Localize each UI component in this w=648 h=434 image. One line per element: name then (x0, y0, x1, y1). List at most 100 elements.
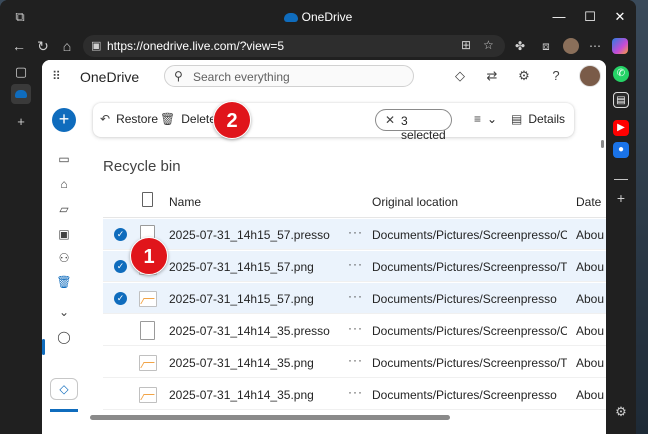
list-view-icon: ≡ (474, 112, 482, 126)
row-more-options-icon[interactable]: ··· (348, 257, 363, 271)
whatsapp-icon[interactable]: ✆ (613, 66, 629, 82)
row-checkmark-icon[interactable]: ✓ (114, 292, 127, 305)
window-title: OneDrive (0, 10, 636, 24)
folder-nav-icon[interactable]: ▱ (56, 201, 72, 217)
row-more-options-icon[interactable]: ··· (348, 385, 363, 399)
row-file-name[interactable]: 2025-07-31_14h15_57.presso (169, 228, 339, 242)
image-file-icon (139, 291, 157, 307)
app-available-icon[interactable]: ⊞ (461, 38, 471, 52)
tab-actions-icon[interactable]: ▢ (11, 62, 31, 82)
premium-diamond-icon[interactable]: ◇ (452, 68, 468, 84)
youtube-music-icon[interactable]: ● (613, 142, 629, 158)
close-button[interactable]: ✕ (608, 8, 632, 26)
address-bar[interactable]: ▣ https://onedrive.live.com/?view=5 ⊞ ☆ (83, 35, 505, 57)
row-file-name[interactable]: 2025-07-31_14h15_57.png (169, 292, 339, 306)
row-more-options-icon[interactable]: ··· (348, 353, 363, 367)
table-row[interactable]: ✓ 2025-07-31_14h15_57.png ··· Documents/Pic… (103, 251, 606, 282)
column-header-name[interactable]: Name (169, 195, 201, 209)
tab-onedrive[interactable] (11, 84, 31, 104)
active-nav-indicator (42, 339, 45, 355)
shared-nav-icon[interactable]: ⚇ (56, 250, 72, 266)
row-file-name[interactable]: 2025-07-31_14h15_57.png (169, 260, 339, 274)
people-nav-icon[interactable]: ◯ (56, 329, 72, 345)
app-brand[interactable]: OneDrive (80, 69, 139, 85)
row-original-location: Documents/Pictures/Screenpresso/Original… (372, 324, 567, 338)
onedrive-cloud-icon (283, 13, 298, 22)
add-sidebar-app-icon[interactable]: + (613, 190, 629, 206)
news-icon[interactable]: ▤ (613, 92, 629, 108)
row-file-name[interactable]: 2025-07-31_14h14_35.presso (169, 324, 339, 338)
create-new-button[interactable]: + (52, 108, 76, 132)
chevron-down-icon[interactable]: ⌄ (56, 304, 72, 320)
address-bar-row: ← ↻ ⌂ ▣ https://onedrive.live.com/?view=… (0, 34, 636, 58)
table-row[interactable]: ✓ 2025-07-31_14h15_57.presso ··· Documents/… (103, 219, 606, 250)
horizontal-scrollbar[interactable] (90, 415, 450, 420)
delete-icon: 🗑 (160, 112, 176, 126)
table-row[interactable]: 2025-07-31_14h14_35.png ··· Documents/Pict… (103, 347, 606, 378)
selected-count: 3 selected (401, 114, 446, 142)
maximize-button[interactable]: ☐ (578, 8, 602, 26)
help-icon[interactable]: ? (548, 68, 564, 84)
title-bar: ⧉ OneDrive — ☐ ✕ (0, 0, 636, 34)
row-original-location: Documents/Pictures/Screenpresso/Thumbn..… (372, 260, 567, 274)
settings-gear-icon[interactable]: ⚙ (516, 68, 532, 84)
row-checkmark-icon[interactable]: ✓ (114, 260, 127, 273)
table-header: Name Original location Date (103, 184, 606, 218)
extensions-icon[interactable]: ✤ (512, 38, 528, 54)
restore-icon: ↶ (100, 112, 111, 126)
row-date-deleted: Abou (576, 388, 605, 402)
row-more-options-icon[interactable]: ··· (348, 225, 363, 239)
profile-avatar[interactable] (563, 38, 579, 54)
copilot-icon[interactable] (612, 38, 628, 54)
home-icon[interactable]: ⌂ (58, 37, 76, 55)
new-tab-icon[interactable]: + (11, 112, 31, 132)
table-row[interactable]: 2025-07-31_14h14_35.png ··· Documents/Pict… (103, 379, 606, 410)
details-button[interactable]: ▤ Details (511, 112, 565, 126)
details-label: Details (528, 112, 566, 126)
table-row[interactable]: ✓ 2025-07-31_14h15_57.png ··· Documents/Pic… (103, 283, 606, 314)
callout-badge-2: 2 (213, 101, 251, 139)
column-header-date[interactable]: Date (576, 195, 601, 209)
view-options-button[interactable]: ≡ ⌄ (474, 112, 497, 126)
row-checkmark-icon[interactable]: ✓ (114, 228, 127, 241)
share-icon[interactable]: ⇄ (484, 68, 500, 84)
collections-icon[interactable]: ⧈ (538, 38, 554, 54)
row-date-deleted: Abou (576, 260, 605, 274)
url-text[interactable]: https://onedrive.live.com/?view=5 (107, 39, 284, 53)
youtube-icon[interactable]: ▶ (613, 120, 629, 136)
user-avatar[interactable] (579, 65, 601, 87)
sidebar-settings-icon[interactable]: ⚙ (613, 404, 629, 420)
home-nav-icon[interactable]: ▭ (56, 151, 72, 167)
table-row[interactable]: 2025-07-31_14h14_35.presso ··· Documents/P… (103, 315, 606, 346)
app-launcher-icon[interactable]: ⠿ (52, 70, 64, 82)
column-header-location[interactable]: Original location (372, 195, 458, 209)
selection-pill[interactable]: ✕ 3 selected (375, 109, 452, 142)
back-icon[interactable]: ← (10, 37, 28, 55)
delete-button[interactable]: 🗑 Delete (160, 112, 216, 126)
favorite-star-icon[interactable]: ☆ (483, 38, 494, 52)
restore-button[interactable]: ↶ Restore (100, 112, 158, 126)
onedrive-tab-icon (15, 90, 27, 98)
row-date-deleted: Abou (576, 292, 605, 306)
recycle-bin-nav-icon[interactable]: 🗑 (56, 274, 72, 290)
window-title-text: OneDrive (301, 10, 353, 24)
refresh-icon[interactable]: ↻ (34, 37, 52, 55)
row-more-options-icon[interactable]: ··· (348, 289, 363, 303)
more-options-icon[interactable]: ⋯ (587, 38, 603, 54)
left-nav-rail: + ▭ ⌂ ▱ ▣ ⚇ 🗑 ⌄ ◯ ◇ (42, 93, 90, 434)
photos-nav-icon[interactable]: ▣ (56, 226, 72, 242)
details-pane-icon: ▤ (511, 112, 523, 126)
file-type-header-icon[interactable] (142, 192, 153, 207)
row-more-options-icon[interactable]: ··· (348, 321, 363, 335)
row-file-name[interactable]: 2025-07-31_14h14_35.png (169, 388, 339, 402)
my-files-nav-icon[interactable]: ⌂ (56, 176, 72, 192)
divider-line: — (614, 170, 628, 186)
minimize-button[interactable]: — (547, 8, 571, 26)
premium-button[interactable]: ◇ (50, 378, 78, 400)
site-info-icon[interactable]: ▣ (91, 39, 101, 52)
premium-indicator (50, 409, 78, 412)
vertical-scrollbar[interactable] (601, 140, 604, 148)
row-file-name[interactable]: 2025-07-31_14h14_35.png (169, 356, 339, 370)
search-box[interactable]: ⚲ Search everything (164, 65, 414, 87)
clear-selection-icon[interactable]: ✕ (385, 113, 395, 127)
